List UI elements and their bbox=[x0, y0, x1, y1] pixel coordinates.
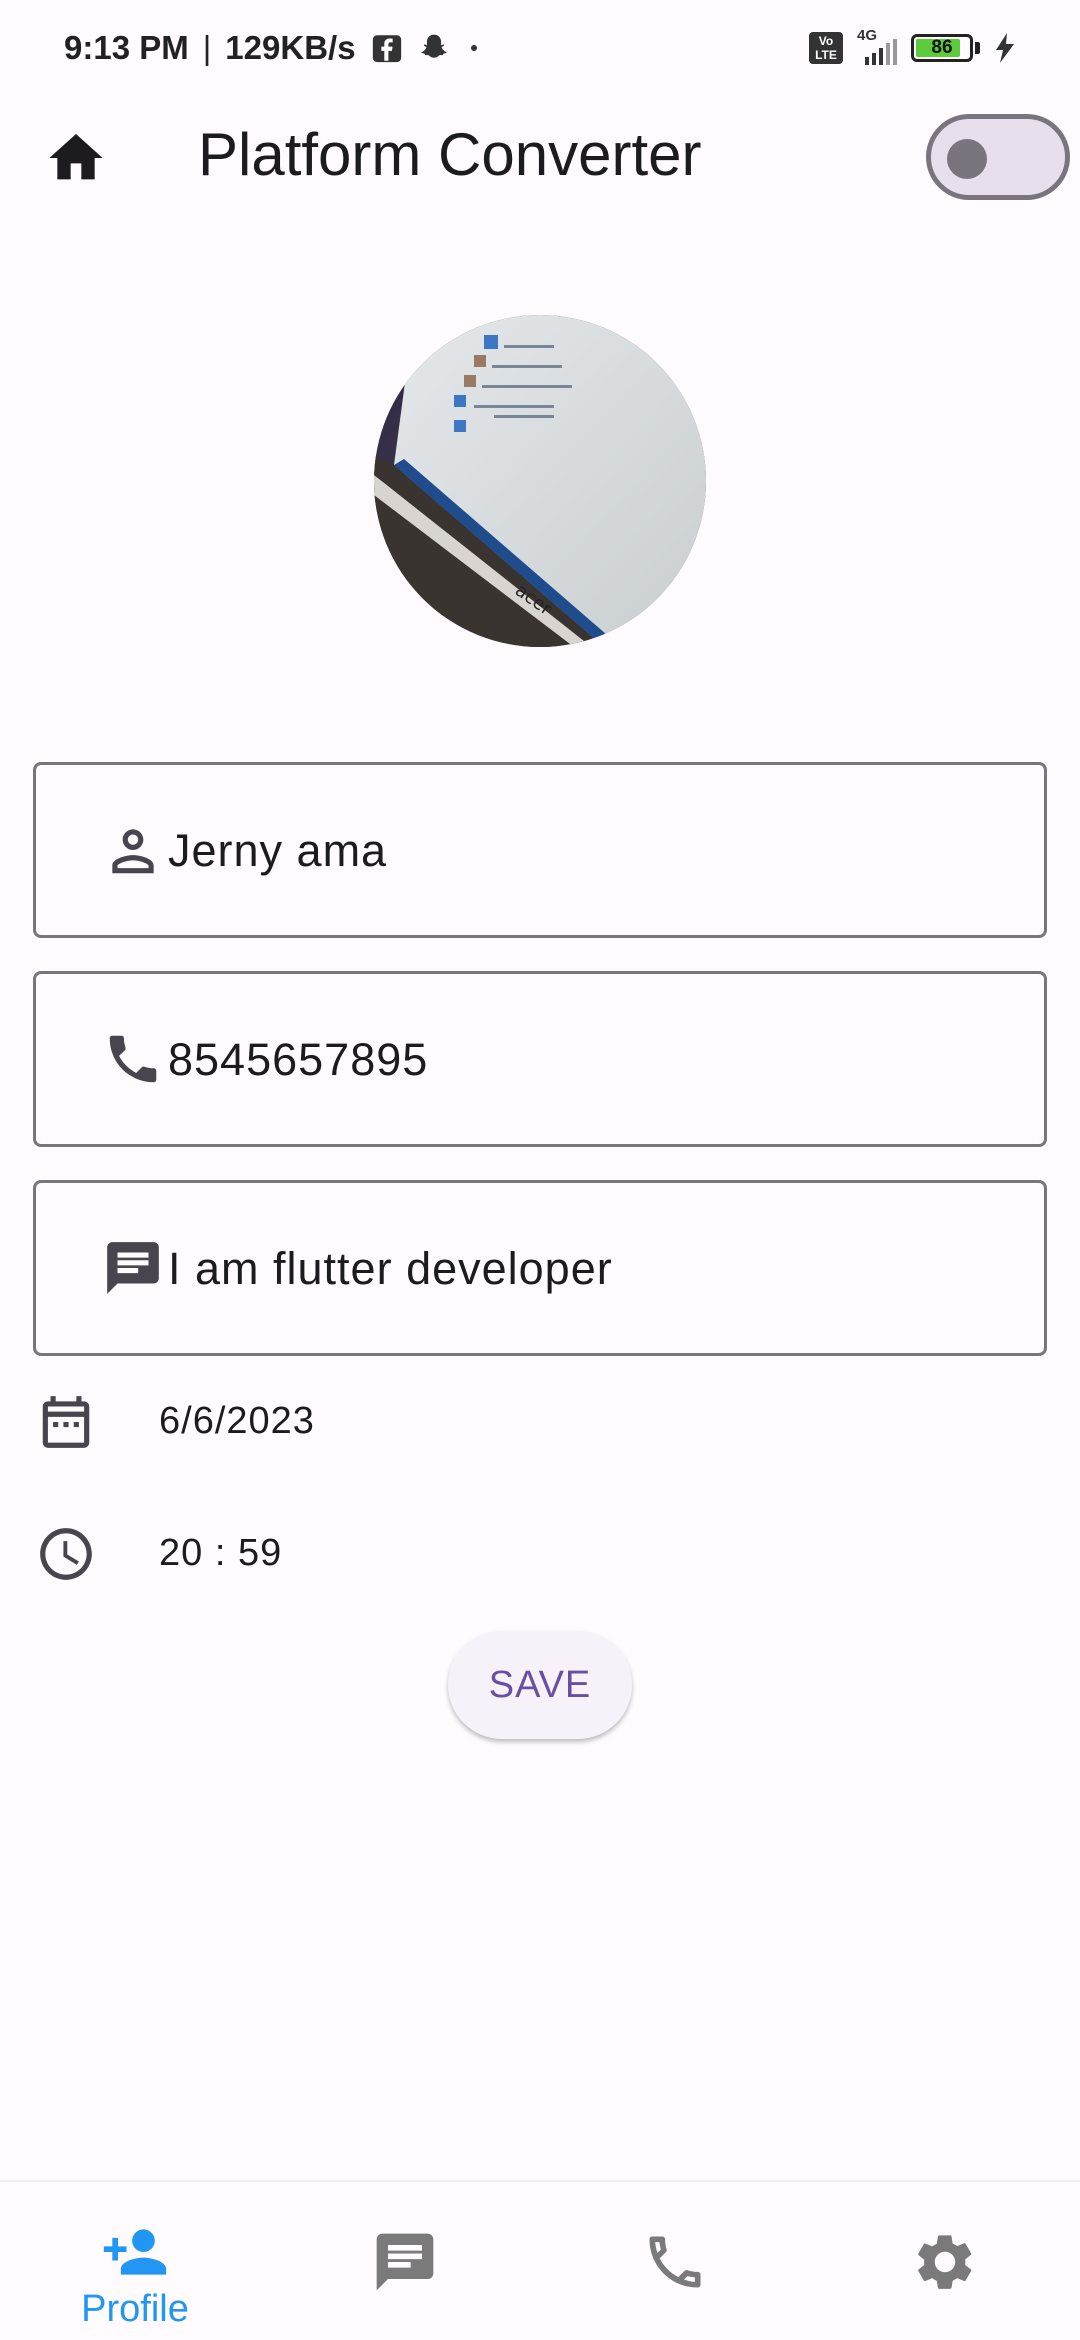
nav-item-settings[interactable] bbox=[810, 2182, 1080, 2340]
app-bar: Platform Converter bbox=[0, 100, 1080, 212]
date-picker-row[interactable]: 6/6/2023 bbox=[33, 1382, 1033, 1462]
date-value: 6/6/2023 bbox=[159, 1400, 315, 1442]
snapchat-icon bbox=[420, 34, 447, 58]
phone-icon bbox=[109, 1035, 157, 1083]
network-speed: 129KB/s bbox=[225, 29, 356, 66]
dot-icon bbox=[470, 45, 477, 51]
page-title: Platform Converter bbox=[198, 121, 702, 188]
battery-icon: 86 bbox=[911, 34, 973, 62]
avatar[interactable]: acer bbox=[374, 315, 706, 647]
status-left: 9:13 PM | 129KB/s bbox=[64, 29, 484, 67]
time-value: 20 : 59 bbox=[159, 1532, 283, 1574]
person-icon bbox=[112, 829, 154, 874]
profile-photo: acer bbox=[374, 315, 706, 647]
time-picker-row[interactable]: 20 : 59 bbox=[33, 1514, 1033, 1594]
home-icon[interactable] bbox=[44, 126, 108, 190]
status-right: Vo LTE 4G 86 bbox=[809, 27, 1016, 65]
status-bar: 9:13 PM | 129KB/s Vo LTE 4G 86 bbox=[0, 0, 1080, 96]
screen: 9:13 PM | 129KB/s Vo LTE 4G 86 Platform … bbox=[0, 0, 1080, 2340]
settings-icon bbox=[918, 2235, 972, 2289]
bio-field[interactable]: I am flutter developer bbox=[33, 1180, 1047, 1356]
add-person-icon bbox=[103, 2229, 167, 2275]
message-icon bbox=[107, 1242, 159, 1294]
charging-icon bbox=[996, 33, 1014, 63]
save-button[interactable]: SAVE bbox=[448, 1631, 632, 1739]
signal-icon: 4G bbox=[857, 27, 897, 65]
nav-item-chats[interactable] bbox=[270, 2182, 540, 2340]
phone-value: 8545657895 bbox=[168, 1034, 429, 1085]
name-field[interactable]: Jerny ama bbox=[33, 762, 1047, 938]
battery-cap bbox=[975, 42, 980, 54]
phone-field[interactable]: 8545657895 bbox=[33, 971, 1047, 1147]
nav-item-profile[interactable]: Profile bbox=[0, 2182, 270, 2340]
volte-icon: Vo LTE bbox=[809, 32, 843, 64]
status-time: 9:13 PM bbox=[64, 29, 189, 66]
clock-icon[interactable] bbox=[35, 1523, 97, 1585]
nav-item-calls[interactable] bbox=[540, 2182, 810, 2340]
theme-toggle[interactable] bbox=[926, 114, 1070, 200]
toggle-thumb bbox=[947, 139, 987, 179]
battery-level: 86 bbox=[931, 37, 953, 58]
phone-icon bbox=[649, 2236, 701, 2288]
bio-value: I am flutter developer bbox=[168, 1243, 613, 1294]
facebook-icon bbox=[372, 35, 401, 63]
calendar-icon[interactable] bbox=[35, 1391, 97, 1453]
status-separator: | bbox=[202, 29, 212, 66]
nav-label-profile: Profile bbox=[81, 2288, 189, 2330]
name-value: Jerny ama bbox=[168, 825, 388, 876]
chat-icon bbox=[376, 2233, 434, 2291]
bottom-navigation: Profile bbox=[0, 2180, 1080, 2340]
